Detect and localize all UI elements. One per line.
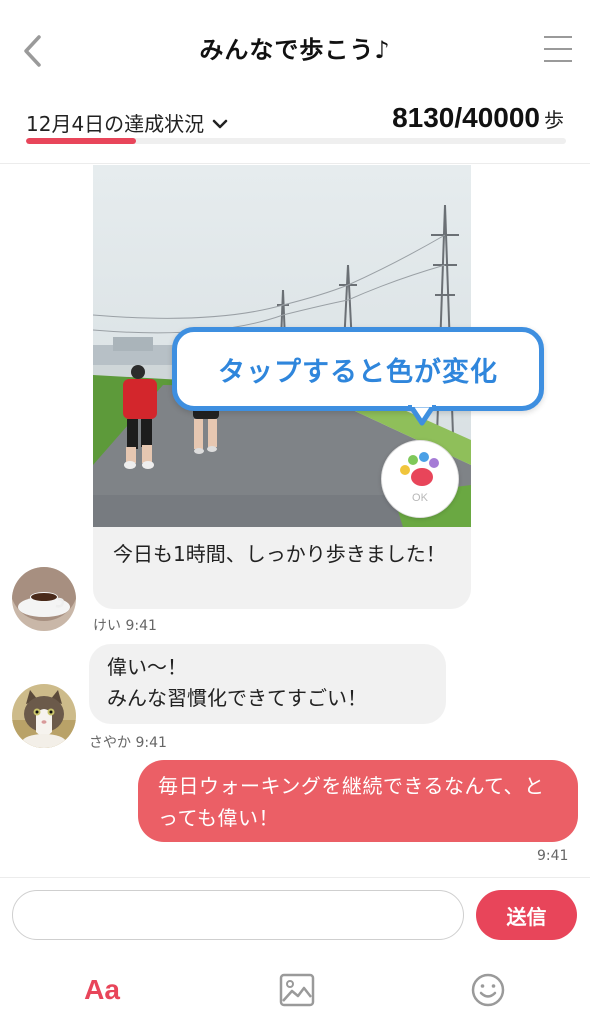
reaction-tooltip: タップすると色が変化 [172, 327, 544, 411]
cat-avatar-icon [12, 684, 76, 748]
message-bubble-sayaka[interactable]: 偉い〜！ みんな習慣化できてすごい！ [89, 644, 446, 724]
smiley-icon [471, 973, 505, 1007]
send-button[interactable]: 送信 [476, 890, 577, 940]
menu-button[interactable] [542, 32, 574, 66]
sender-name: さやか [89, 735, 131, 751]
progress-bar-fill [26, 138, 136, 144]
reaction-button[interactable]: OK [381, 440, 459, 518]
date-selector[interactable]: 12月4日の達成状況 [26, 108, 228, 137]
message-text-line: みんな習慣化できてすごい！ [107, 686, 367, 710]
message-time: 9:41 [125, 618, 157, 634]
message-time: 9:41 [135, 735, 167, 751]
message-input[interactable] [12, 890, 464, 940]
step-progress-section: 12月4日の達成状況 8130/40000 歩 [0, 100, 590, 164]
hamburger-menu-icon [544, 36, 572, 38]
date-label: 12月4日の達成状況 [26, 112, 205, 136]
step-count-unit: 歩 [544, 108, 564, 132]
chat-area[interactable]: 今日も1時間、しっかり歩きました！ タップすると色が変化 OK けい 9:41 [0, 165, 590, 877]
image-tab[interactable] [267, 968, 327, 1012]
tooltip-tail [408, 405, 436, 426]
header-bar: みんなで歩こう♪ [0, 0, 590, 100]
coffee-cup-avatar-icon [12, 567, 76, 631]
reaction-label: OK [412, 492, 428, 504]
image-icon [279, 973, 315, 1007]
photo-message-caption: 今日も1時間、しっかり歩きました！ [93, 527, 471, 609]
sender-name: けい [93, 618, 121, 634]
text-mode-label: Aa [84, 974, 120, 1005]
text-mode-tab[interactable]: Aa [72, 968, 132, 1012]
bottom-toolbar: Aa [0, 952, 590, 1024]
emoji-tab[interactable] [458, 968, 518, 1012]
step-count-value: 8130/40000 [392, 102, 540, 133]
chat-title: みんなで歩こう♪ [199, 36, 391, 64]
message-meta-sayaka: さやか 9:41 [89, 732, 167, 752]
chevron-down-icon [212, 119, 228, 128]
own-message-time: 9:41 [537, 848, 569, 864]
step-count: 8130/40000 歩 [392, 102, 564, 134]
message-text-line: 偉い〜！ [107, 655, 187, 679]
avatar-kei[interactable] [12, 567, 76, 631]
own-message-bubble[interactable]: 毎日ウォーキングを継続できるなんて、とっても偉い！ [138, 760, 578, 842]
message-composer: 送信 [0, 877, 590, 952]
hamburger-line [544, 48, 572, 50]
message-meta-kei: けい 9:41 [93, 615, 157, 635]
avatar-sayaka[interactable] [12, 684, 76, 748]
progress-bar [26, 138, 566, 144]
hamburger-line [544, 60, 572, 62]
